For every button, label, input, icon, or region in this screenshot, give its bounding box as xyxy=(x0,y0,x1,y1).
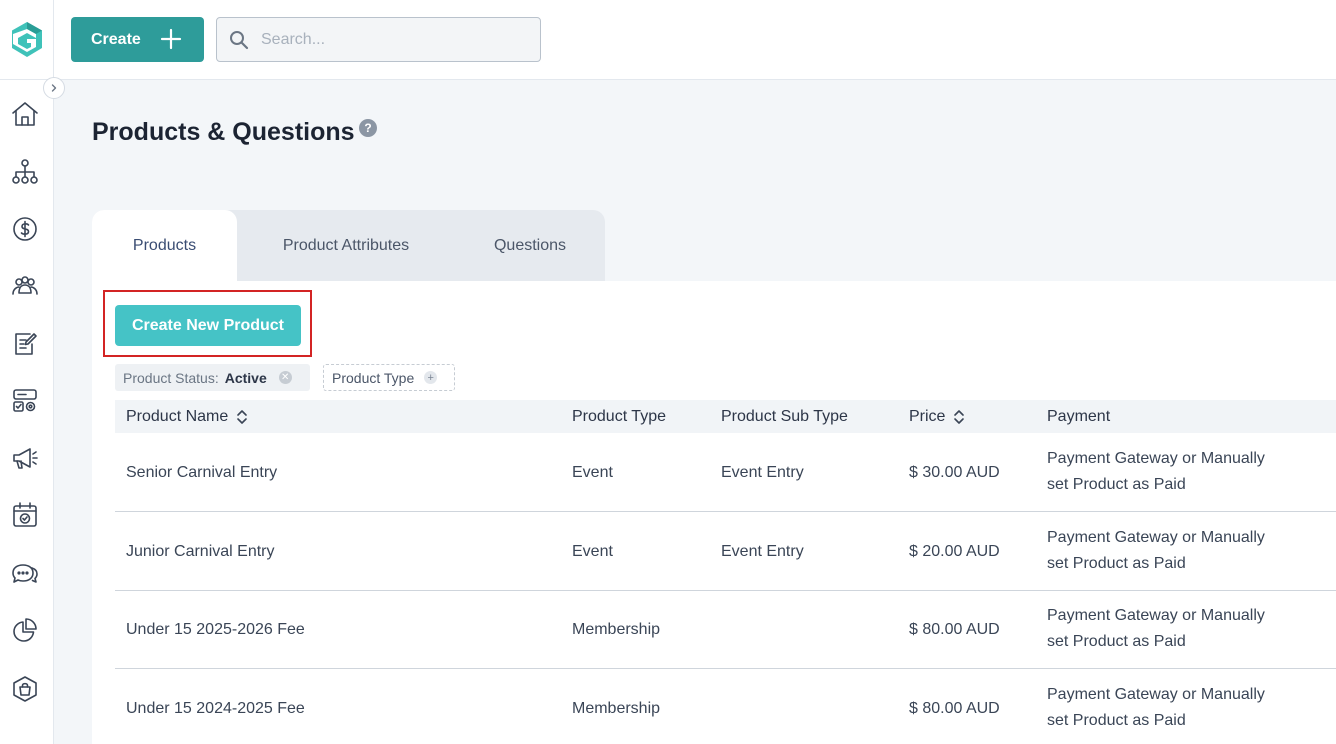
cell-product-name[interactable]: Senior Carnival Entry xyxy=(126,433,277,512)
search-input[interactable] xyxy=(261,30,521,49)
cell-product-name[interactable]: Under 15 2025-2026 Fee xyxy=(126,590,305,669)
chat-icon[interactable] xyxy=(8,556,42,590)
add-filter-icon[interactable]: + xyxy=(424,371,438,384)
column-label: Price xyxy=(909,407,946,425)
forms-icon[interactable] xyxy=(8,326,42,360)
column-label: Product Name xyxy=(126,407,229,425)
cell-payment: Payment Gateway or Manually set Product … xyxy=(1047,446,1297,498)
create-button-label: Create xyxy=(91,30,141,48)
payment-line: set Product as Paid xyxy=(1047,633,1186,650)
plus-icon xyxy=(160,28,182,50)
pie-chart-icon[interactable] xyxy=(8,613,42,647)
payment-line: set Product as Paid xyxy=(1047,555,1186,572)
table-row[interactable]: Senior Carnival Entry Event Event Entry … xyxy=(115,433,1336,512)
table-row[interactable]: Under 15 2025-2026 Fee Membership $ 80.0… xyxy=(115,590,1336,669)
tab-product-attributes[interactable]: Product Attributes xyxy=(237,210,455,281)
cell-product-type: Event xyxy=(572,542,613,560)
search-box[interactable] xyxy=(216,17,541,62)
tab-questions[interactable]: Questions xyxy=(455,210,605,281)
filter-status-value: Active xyxy=(224,369,267,386)
page-title: Products & Questions xyxy=(92,118,355,146)
cell-product-type: Membership xyxy=(572,620,661,638)
table-row[interactable]: Under 15 2024-2025 Fee Membership $ 80.0… xyxy=(115,669,1336,744)
create-new-product-button[interactable]: Create New Product xyxy=(115,305,301,346)
payment-line: Payment Gateway or Manually xyxy=(1047,529,1265,546)
payment-line: Payment Gateway or Manually xyxy=(1047,686,1265,703)
chevron-right-icon xyxy=(51,84,57,92)
remove-filter-icon[interactable]: ✕ xyxy=(278,371,292,384)
filter-product-type[interactable]: Product Type + xyxy=(323,364,455,391)
settings-card-icon[interactable] xyxy=(8,384,42,418)
payment-line: Payment Gateway or Manually xyxy=(1047,607,1265,624)
home-icon[interactable] xyxy=(8,97,42,131)
table-row[interactable]: Junior Carnival Entry Event Event Entry … xyxy=(115,512,1336,591)
cell-payment: Payment Gateway or Manually set Product … xyxy=(1047,603,1297,655)
filter-product-status[interactable]: Product Status: Active ✕ xyxy=(115,364,310,391)
sort-icon[interactable] xyxy=(953,409,965,425)
payment-line: set Product as Paid xyxy=(1047,712,1186,729)
table-header: Product Name Product Type Product Sub Ty… xyxy=(115,400,1336,433)
cell-price: $ 20.00 AUD xyxy=(909,542,1000,560)
dollar-icon[interactable] xyxy=(8,212,42,246)
filter-type-label: Product Type xyxy=(332,369,415,386)
filter-status-label: Product Status: xyxy=(123,369,219,386)
search-icon xyxy=(230,30,249,49)
cell-product-name[interactable]: Under 15 2024-2025 Fee xyxy=(126,669,305,744)
megaphone-icon[interactable] xyxy=(8,441,42,475)
column-label: Product Type xyxy=(572,407,666,425)
cell-product-sub-type: Event Entry xyxy=(721,463,804,481)
column-product-sub-type: Product Sub Type xyxy=(721,400,848,433)
top-bar: Create xyxy=(54,0,1336,80)
tab-bar: Products Product Attributes Questions xyxy=(92,210,605,281)
column-product-type: Product Type xyxy=(572,400,666,433)
cell-payment: Payment Gateway or Manually set Product … xyxy=(1047,682,1297,734)
cell-product-name[interactable]: Junior Carnival Entry xyxy=(126,512,275,591)
app-logo[interactable] xyxy=(8,20,46,60)
sort-icon[interactable] xyxy=(236,409,248,425)
shop-bag-icon[interactable] xyxy=(8,672,42,706)
cell-price: $ 30.00 AUD xyxy=(909,463,1000,481)
sidebar xyxy=(0,0,54,744)
cell-product-sub-type: Event Entry xyxy=(721,542,804,560)
cell-product-type: Membership xyxy=(572,699,661,717)
column-label: Product Sub Type xyxy=(721,407,848,425)
create-button[interactable]: Create xyxy=(71,17,204,62)
column-price[interactable]: Price xyxy=(909,400,965,433)
payment-line: set Product as Paid xyxy=(1047,476,1186,493)
column-label: Payment xyxy=(1047,407,1111,425)
help-icon[interactable]: ? xyxy=(359,119,377,137)
cell-product-type: Event xyxy=(572,463,613,481)
cell-price: $ 80.00 AUD xyxy=(909,620,1000,638)
payment-line: Payment Gateway or Manually xyxy=(1047,450,1265,467)
cell-payment: Payment Gateway or Manually set Product … xyxy=(1047,525,1297,577)
members-icon[interactable] xyxy=(8,269,42,303)
calendar-icon[interactable] xyxy=(8,498,42,532)
cell-price: $ 80.00 AUD xyxy=(909,699,1000,717)
tab-products[interactable]: Products xyxy=(92,210,237,281)
column-product-name[interactable]: Product Name xyxy=(126,400,248,433)
org-chart-icon[interactable] xyxy=(8,155,42,189)
column-payment: Payment xyxy=(1047,400,1110,433)
sidebar-collapse-toggle[interactable] xyxy=(43,77,65,99)
